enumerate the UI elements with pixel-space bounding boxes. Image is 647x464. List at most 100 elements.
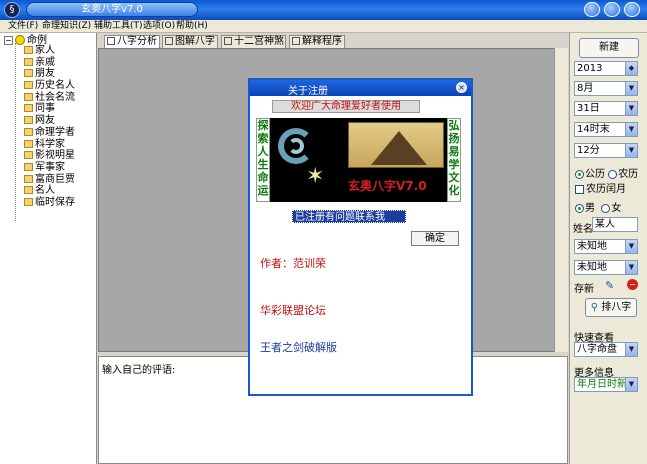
tab-bar: 八字分析 图解八字 十二宫神煞 解释程序 <box>98 34 568 48</box>
tree-item[interactable]: 临时保存 <box>24 197 75 209</box>
folder-icon <box>24 174 33 183</box>
magnifier-icon: ⚲ <box>590 302 599 313</box>
folder-icon <box>24 151 33 160</box>
tree-item[interactable]: 社会名流 <box>24 92 75 104</box>
forum-text: 华彩联盟论坛 <box>260 304 326 317</box>
lunar-label: 农历 <box>618 169 639 180</box>
banner-product-name: 玄奥八字V7.0 <box>348 179 427 193</box>
minute-select[interactable]: 12分 ▼ <box>574 143 638 158</box>
folder-icon <box>24 139 33 148</box>
tab-explanation[interactable]: 解释程序 <box>289 35 345 48</box>
menu-options[interactable]: 选项(O) <box>143 20 175 33</box>
male-label: 男 <box>585 203 595 214</box>
folder-icon <box>24 127 33 136</box>
quick-view-select[interactable]: 八字命盘 ▼ <box>574 342 638 357</box>
folder-icon <box>24 46 33 54</box>
tree-item[interactable]: 军事家 <box>24 162 75 174</box>
menu-bar: 文件(F) 命理知识(Z) 辅助工具(T) 选项(O) 帮助(H) <box>0 20 647 33</box>
book-icon <box>292 37 300 45</box>
tree-item-label: 社会名流 <box>35 91 75 103</box>
chart-icon <box>165 37 173 45</box>
tree-item[interactable]: 影视明星 <box>24 150 75 162</box>
tree-item-label: 命理学者 <box>35 126 75 138</box>
minimize-icon[interactable] <box>584 2 600 17</box>
month-select[interactable]: 8月 ▼ <box>574 81 638 96</box>
tree-item[interactable]: 朋友 <box>24 68 75 80</box>
about-dialog: 关于注册 × 欢迎广大命理爱好者使用 探索人生命运 弘扬易学文化 ✶ 玄奥八字V… <box>248 78 473 396</box>
menu-help[interactable]: 帮助(H) <box>176 20 208 33</box>
name-value: 某人 <box>595 219 615 230</box>
save-label: 存新 <box>574 284 594 295</box>
chevron-down-icon[interactable]: ▼ <box>625 261 637 274</box>
ok-button[interactable]: 确定 <box>411 231 459 246</box>
app-logo-icon[interactable]: § <box>4 2 20 18</box>
new-button[interactable]: 新建 <box>579 38 639 58</box>
tree-item-label: 亲戚 <box>35 56 55 68</box>
name-input[interactable]: 某人 <box>592 217 638 232</box>
residence-select[interactable]: 未知地 ▼ <box>574 260 638 275</box>
day-select[interactable]: 31日 ▼ <box>574 101 638 116</box>
tab-twelve-palaces[interactable]: 十二宫神煞 <box>221 35 286 48</box>
tree-item[interactable]: 同事 <box>24 103 75 115</box>
year-value: 2013 <box>577 63 603 74</box>
menu-tools[interactable]: 辅助工具(T) <box>94 20 143 33</box>
tree-item-label: 网友 <box>35 115 55 127</box>
pin-icon[interactable]: ✎ <box>605 279 614 292</box>
tree-item-label: 家人 <box>35 45 55 56</box>
tree-item[interactable]: 命理学者 <box>24 127 75 139</box>
menu-knowledge[interactable]: 命理知识(Z) <box>42 20 91 33</box>
chevron-down-icon[interactable]: ▼ <box>625 123 637 136</box>
tree-item[interactable]: 科学家 <box>24 139 75 151</box>
leap-month-label: 农历闰月 <box>586 184 626 195</box>
leap-month-checkbox[interactable] <box>575 184 584 194</box>
tree-item-label: 军事家 <box>35 161 65 173</box>
vertical-scrollbar[interactable] <box>554 48 568 352</box>
tab-bazi-analysis[interactable]: 八字分析 <box>104 35 160 48</box>
tree-item[interactable]: 富商巨贾 <box>24 174 75 186</box>
folder-icon <box>24 81 33 90</box>
case-tree: − 命例 家人 亲戚 朋友 历史名人 社会名流 同事 网友 命理学者 科学家 影视… <box>0 33 97 464</box>
female-radio[interactable] <box>601 203 611 213</box>
chevron-down-icon[interactable]: ▼ <box>625 240 637 253</box>
tree-item[interactable]: 历史名人 <box>24 80 75 92</box>
folder-icon <box>24 92 33 101</box>
folder-icon <box>24 116 33 125</box>
title-bar: § 玄奥八字v7.0 <box>0 0 647 20</box>
tree-item-label: 影视明星 <box>35 150 75 162</box>
registration-field[interactable]: 已注册有问题联系我 <box>292 210 406 223</box>
chevron-down-icon[interactable]: ▼ <box>625 343 637 356</box>
spin-icon[interactable]: ◆ <box>625 62 637 75</box>
folder-icon <box>24 69 33 78</box>
collapse-icon[interactable]: − <box>4 35 13 45</box>
gender-radio-group: 男 女 <box>575 199 621 214</box>
more-info-select[interactable]: 年月日时新命 ▼ <box>574 377 638 392</box>
landscape-painting <box>348 122 444 168</box>
close-icon[interactable] <box>624 2 640 17</box>
menu-file[interactable]: 文件(F) <box>8 20 38 33</box>
solar-radio[interactable] <box>575 169 584 179</box>
birthplace-select[interactable]: 未知地 ▼ <box>574 239 638 254</box>
male-radio[interactable] <box>575 203 584 213</box>
chevron-down-icon[interactable]: ▼ <box>625 378 637 391</box>
tree-item[interactable]: 家人 <box>24 45 75 57</box>
tree-item-label: 科学家 <box>35 138 65 150</box>
residence-value: 未知地 <box>577 262 607 273</box>
arrange-bazi-button[interactable]: ⚲ 排八字 <box>585 298 637 317</box>
tree-item[interactable]: 名人 <box>24 185 75 197</box>
dialog-close-icon[interactable]: × <box>456 82 467 93</box>
right-vertical-text: 弘扬易学文化 <box>447 118 461 202</box>
year-spinner[interactable]: 2013 ◆ <box>574 61 638 76</box>
tree-item[interactable]: 网友 <box>24 115 75 127</box>
lunar-radio[interactable] <box>608 169 618 179</box>
chevron-down-icon[interactable]: ▼ <box>625 82 637 95</box>
tab-bazi-diagram[interactable]: 图解八字 <box>162 35 218 48</box>
hour-select[interactable]: 14时末 ▼ <box>574 122 638 137</box>
tree-item[interactable]: 亲戚 <box>24 57 75 69</box>
chevron-down-icon[interactable]: ▼ <box>625 102 637 115</box>
mountain-shape <box>371 131 427 165</box>
female-label: 女 <box>611 203 622 214</box>
chevron-down-icon[interactable]: ▼ <box>625 144 637 157</box>
maximize-icon[interactable] <box>604 2 620 17</box>
window-title: 玄奥八字v7.0 <box>26 2 198 17</box>
delete-icon[interactable]: − <box>627 279 638 290</box>
